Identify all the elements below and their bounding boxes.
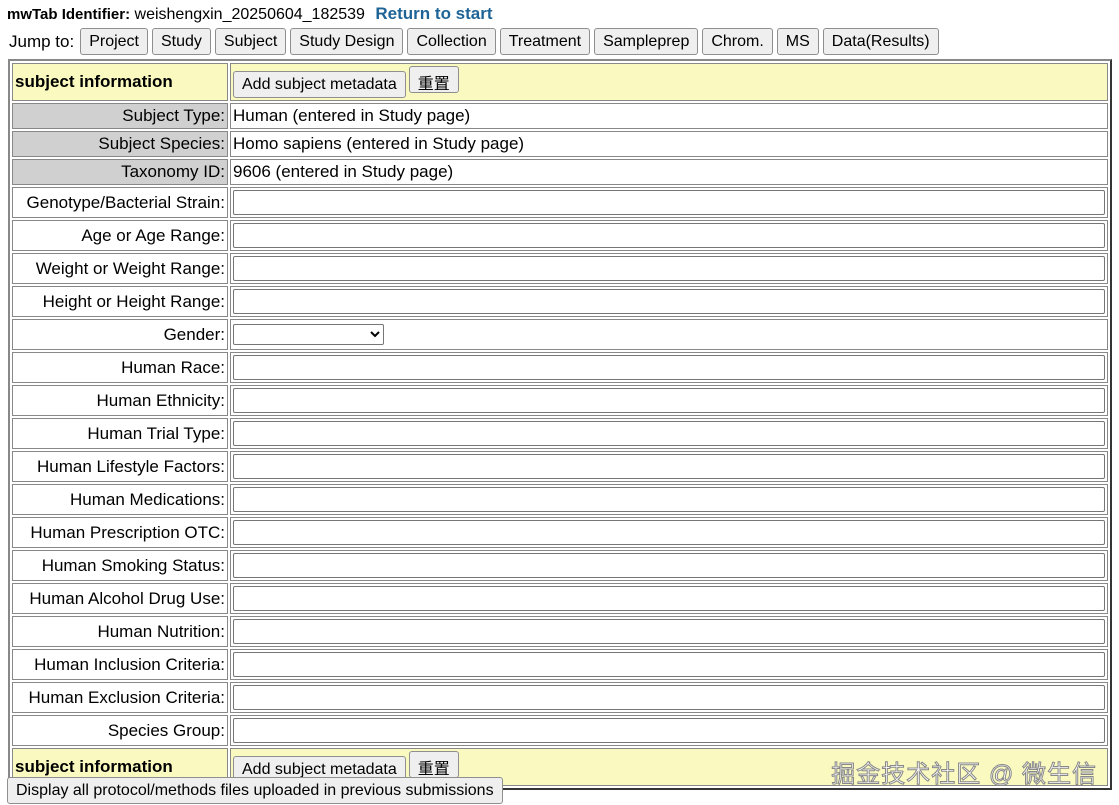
return-to-start-link[interactable]: Return to start <box>375 4 492 23</box>
identifier-label: mwTab Identifier: <box>7 6 131 23</box>
jump-subject-button[interactable]: Subject <box>214 28 287 55</box>
jump-chrom-button[interactable]: Chrom. <box>702 28 773 55</box>
nutrition-input[interactable] <box>233 619 1105 644</box>
section-header-row: subject information Add subject metadata 重… <box>12 63 1108 101</box>
inclusion-label: Human Inclusion Criteria: <box>12 649 228 680</box>
prescription-otc-label: Human Prescription OTC: <box>12 517 228 548</box>
add-subject-metadata-button[interactable]: Add subject metadata <box>233 71 406 99</box>
jump-study-design-button[interactable]: Study Design <box>290 28 404 55</box>
lifestyle-input[interactable] <box>233 454 1105 479</box>
jump-label: Jump to: <box>9 31 75 51</box>
section-title: subject information <box>12 63 228 101</box>
lifestyle-label: Human Lifestyle Factors: <box>12 451 228 482</box>
watermark: 掘金技术社区 @ 微生信 <box>831 761 1097 789</box>
trial-type-label: Human Trial Type: <box>12 418 228 449</box>
identifier-line: mwTab Identifier: weishengxin_20250604_1… <box>7 4 493 24</box>
exclusion-input[interactable] <box>233 685 1105 710</box>
trial-type-input[interactable] <box>233 421 1105 446</box>
reset-button[interactable]: 重置 <box>408 65 459 93</box>
exclusion-label: Human Exclusion Criteria: <box>12 682 228 713</box>
age-input[interactable] <box>233 223 1105 248</box>
genotype-label: Genotype/Bacterial Strain: <box>12 187 228 218</box>
height-label: Height or Height Range: <box>12 286 228 317</box>
jump-collection-button[interactable]: Collection <box>407 28 496 55</box>
inclusion-input[interactable] <box>233 652 1105 677</box>
subject-species-value: Homo sapiens (entered in Study page) <box>230 131 1108 157</box>
jump-nav: Jump to: Project Study Subject Study Des… <box>9 28 939 55</box>
ethnicity-input[interactable] <box>233 388 1105 413</box>
jump-study-button[interactable]: Study <box>152 28 211 55</box>
gender-select[interactable] <box>233 324 384 345</box>
race-label: Human Race: <box>12 352 228 383</box>
jump-project-button[interactable]: Project <box>80 28 148 55</box>
taxonomy-id-value: 9606 (entered in Study page) <box>230 159 1108 185</box>
medications-label: Human Medications: <box>12 484 228 515</box>
height-input[interactable] <box>233 289 1105 314</box>
gender-label: Gender: <box>12 319 228 350</box>
jump-sampleprep-button[interactable]: Sampleprep <box>594 28 699 55</box>
smoking-input[interactable] <box>233 553 1105 578</box>
jump-ms-button[interactable]: MS <box>776 28 819 55</box>
display-protocol-files-button[interactable]: Display all protocol/methods files uploa… <box>7 777 503 804</box>
taxonomy-id-row: Taxonomy ID: 9606 (entered in Study page) <box>12 159 1108 185</box>
weight-input[interactable] <box>233 256 1105 281</box>
reset-button-bottom[interactable]: 重置 <box>408 750 459 778</box>
taxonomy-id-label: Taxonomy ID: <box>12 159 228 185</box>
subject-type-row: Subject Type: Human (entered in Study pag… <box>12 103 1108 129</box>
weight-label: Weight or Weight Range: <box>12 253 228 284</box>
identifier-value: weishengxin_20250604_182539 <box>134 6 365 23</box>
subject-species-row: Subject Species: Homo sapiens (entered in… <box>12 131 1108 157</box>
species-group-label: Species Group: <box>12 715 228 746</box>
jump-data-results-button[interactable]: Data(Results) <box>822 28 939 55</box>
age-label: Age or Age Range: <box>12 220 228 251</box>
genotype-input[interactable] <box>233 190 1105 215</box>
subject-species-label: Subject Species: <box>12 131 228 157</box>
medications-input[interactable] <box>233 487 1105 512</box>
species-group-input[interactable] <box>233 718 1105 743</box>
alcohol-label: Human Alcohol Drug Use: <box>12 583 228 614</box>
nutrition-label: Human Nutrition: <box>12 616 228 647</box>
subject-type-label: Subject Type: <box>12 103 228 129</box>
race-input[interactable] <box>233 355 1105 380</box>
prescription-otc-input[interactable] <box>233 520 1105 545</box>
subject-type-value: Human (entered in Study page) <box>230 103 1108 129</box>
alcohol-input[interactable] <box>233 586 1105 611</box>
ethnicity-label: Human Ethnicity: <box>12 385 228 416</box>
subject-form-table: subject information Add subject metadata 重… <box>8 59 1112 790</box>
smoking-label: Human Smoking Status: <box>12 550 228 581</box>
jump-treatment-button[interactable]: Treatment <box>499 28 591 55</box>
